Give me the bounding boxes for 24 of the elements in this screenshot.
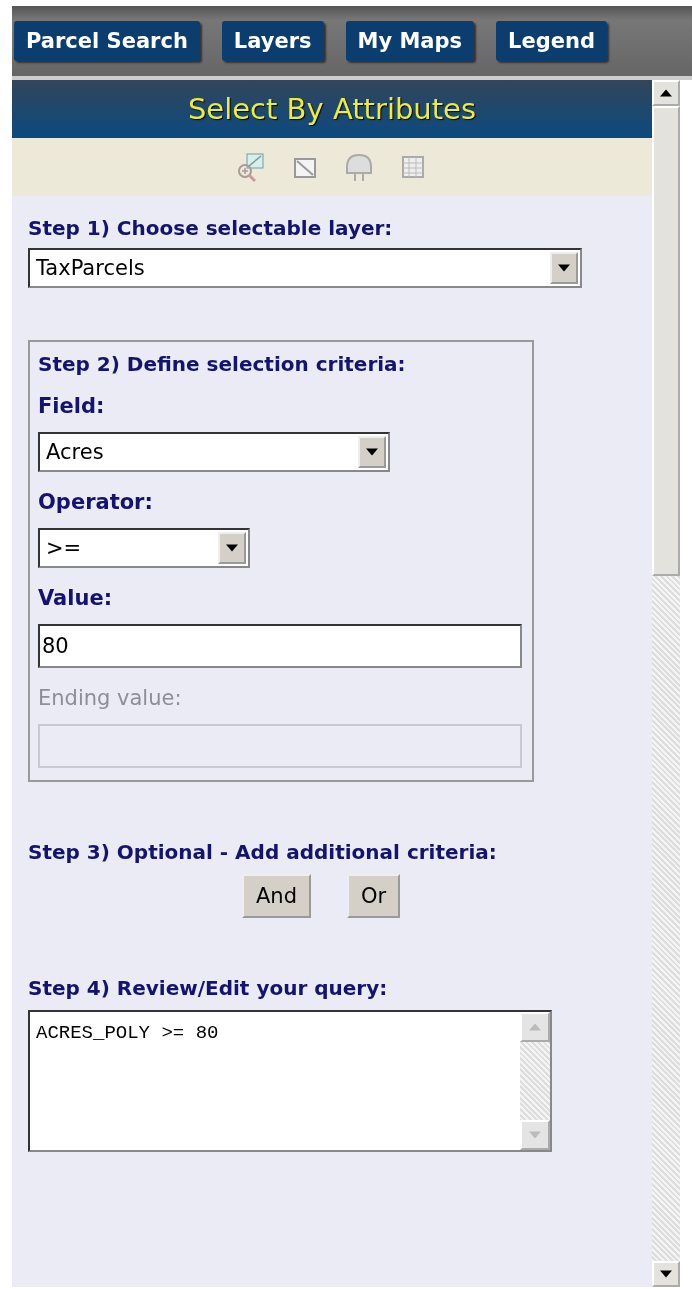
scroll-up-icon[interactable] xyxy=(652,80,680,106)
ending-value-label: Ending value: xyxy=(38,686,182,710)
value-field[interactable]: 80 xyxy=(38,624,522,668)
operator-label: Operator: xyxy=(38,490,153,514)
field-label: Field: xyxy=(38,394,105,418)
operator-dropdown[interactable]: >= xyxy=(38,528,250,568)
tab[interactable]: Parcel Search xyxy=(14,21,200,61)
scroll-down-icon[interactable] xyxy=(652,1261,680,1287)
layer-dropdown[interactable]: TaxParcels xyxy=(28,248,582,288)
value-label: Value: xyxy=(38,586,113,610)
zoom-to-selection-icon[interactable] xyxy=(235,151,267,183)
step-label: Step 2) Define selection criteria: xyxy=(38,352,406,376)
panel-title: Select By Attributes xyxy=(187,92,477,126)
scrollbar-thumb[interactable] xyxy=(652,106,680,576)
tab[interactable]: Layers xyxy=(221,21,324,61)
step-label: Step 3) Optional - Add additional criteria: xyxy=(28,840,497,864)
field-dropdown[interactable]: Acres xyxy=(38,432,390,472)
tab[interactable]: Legend xyxy=(496,21,607,61)
logic-button[interactable]: And xyxy=(242,874,311,918)
logic-button[interactable]: Or xyxy=(347,874,401,918)
tab[interactable]: My Maps xyxy=(345,21,475,61)
step-label: Step 4) Review/Edit your query: xyxy=(28,976,388,1000)
step-label: Step 1) Choose selectable layer: xyxy=(28,216,393,240)
scrollbar[interactable] xyxy=(652,80,680,1287)
